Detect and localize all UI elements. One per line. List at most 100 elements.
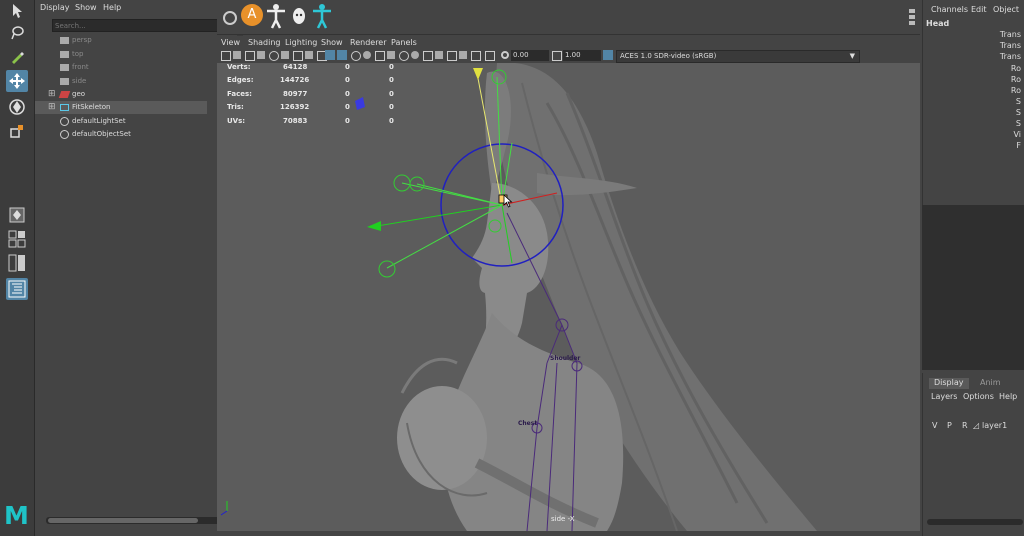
outliner-horizontal-scrollbar[interactable] bbox=[46, 517, 232, 524]
two-view-layout-icon[interactable] bbox=[6, 252, 28, 274]
layer-menu-options[interactable]: Options bbox=[963, 392, 994, 401]
attr-scale-y[interactable]: S bbox=[1016, 108, 1021, 117]
gamma-icon[interactable] bbox=[552, 51, 562, 61]
viewport-icon-bar: 0.00 1.00 ACES 1.0 SDR-video (sRGB) ▼ bbox=[217, 49, 920, 63]
face-icon[interactable] bbox=[291, 7, 307, 25]
attr-f[interactable]: F bbox=[1016, 141, 1021, 150]
channel-menu-object[interactable]: Object bbox=[993, 5, 1019, 14]
2d-pan-icon[interactable] bbox=[269, 51, 279, 61]
lasso-tool-icon[interactable] bbox=[6, 22, 28, 44]
biped-icon[interactable] bbox=[265, 3, 287, 29]
rotate-tool-icon[interactable] bbox=[6, 96, 28, 118]
layer-visible-toggle[interactable]: V bbox=[932, 421, 937, 430]
outliner-item-defaultlightset[interactable]: defaultLightSet bbox=[35, 115, 207, 128]
outliner-menu-display[interactable]: Display bbox=[40, 3, 70, 12]
layer-row[interactable]: V P R ◿ layer1 bbox=[925, 419, 1023, 431]
joint-label-shoulder: Shoulder bbox=[550, 355, 581, 362]
color-space-label: ACES 1.0 SDR-video (sRGB) bbox=[620, 52, 717, 60]
single-view-layout-icon[interactable] bbox=[6, 204, 28, 226]
attr-translate-z[interactable]: Trans bbox=[1000, 52, 1021, 61]
layer-render-toggle[interactable]: R bbox=[962, 421, 968, 430]
attr-rotate-z[interactable]: Ro bbox=[1011, 86, 1021, 95]
shadows-icon[interactable] bbox=[387, 51, 395, 59]
expand-icon[interactable]: ⊞ bbox=[48, 102, 56, 112]
layer-playback-toggle[interactable]: P bbox=[947, 421, 952, 430]
hud-tris-value: 126392 bbox=[280, 103, 310, 111]
attr-scale-z[interactable]: S bbox=[1016, 119, 1021, 128]
viewport-3d[interactable]: Verts: 64128 0 0 Edges: 144726 0 0 Faces… bbox=[217, 63, 920, 531]
expand-icon[interactable]: ⊞ bbox=[48, 89, 56, 99]
paint-select-tool-icon[interactable] bbox=[6, 46, 28, 68]
panel-menu-lighting[interactable]: Lighting bbox=[285, 38, 317, 47]
backface-icon[interactable] bbox=[485, 51, 495, 61]
outliner-item-defaultobjectset[interactable]: defaultObjectSet bbox=[35, 128, 207, 141]
color-space-dropdown[interactable]: ACES 1.0 SDR-video (sRGB) ▼ bbox=[616, 50, 860, 63]
motion-blur-icon[interactable] bbox=[411, 51, 419, 59]
wireframe-icon[interactable] bbox=[325, 50, 335, 60]
biped-cyan-icon[interactable] bbox=[311, 3, 333, 29]
outliner-item-persp[interactable]: persp bbox=[35, 34, 207, 47]
layer-menu-layers[interactable]: Layers bbox=[931, 392, 957, 401]
scrollbar-thumb[interactable] bbox=[48, 518, 198, 523]
move-tool-icon[interactable] bbox=[6, 70, 28, 92]
outliner-item-geo[interactable]: ⊞ geo bbox=[35, 88, 207, 101]
outliner-menu-show[interactable]: Show bbox=[75, 3, 97, 12]
panel-menu-shading[interactable]: Shading bbox=[248, 38, 281, 47]
layer-horizontal-scrollbar[interactable] bbox=[927, 519, 1023, 525]
gamma-field[interactable]: 1.00 bbox=[563, 50, 601, 61]
outliner-item-fitskeleton[interactable]: ⊞ FitSkeleton bbox=[35, 101, 207, 114]
image-plane-icon[interactable] bbox=[257, 51, 265, 59]
outliner-item-front[interactable]: front bbox=[35, 61, 207, 74]
attr-rotate-x[interactable]: Ro bbox=[1011, 64, 1021, 73]
hud-faces-value: 80977 bbox=[283, 90, 308, 98]
four-view-layout-icon[interactable] bbox=[6, 228, 28, 250]
anti-alias-icon[interactable] bbox=[423, 51, 433, 61]
outliner-menu-help[interactable]: Help bbox=[103, 3, 121, 12]
smooth-shade-icon[interactable] bbox=[337, 50, 347, 60]
tab-anim[interactable]: Anim bbox=[975, 378, 1006, 389]
shelf-settings-icon[interactable] bbox=[223, 11, 237, 25]
outliner-layout-icon[interactable] bbox=[6, 278, 28, 300]
attr-rotate-y[interactable]: Ro bbox=[1011, 75, 1021, 84]
outliner-search-input[interactable] bbox=[53, 20, 195, 31]
bookmark-icon[interactable] bbox=[245, 51, 255, 61]
panel-menu-show[interactable]: Show bbox=[321, 38, 343, 47]
exposure-field[interactable]: 0.00 bbox=[511, 50, 549, 61]
xray-joints-icon[interactable] bbox=[471, 51, 481, 61]
shelf-scroll-icon[interactable] bbox=[909, 8, 915, 26]
select-camera-icon[interactable] bbox=[221, 51, 231, 61]
panel-menu-renderer[interactable]: Renderer bbox=[350, 38, 387, 47]
textured-icon[interactable] bbox=[363, 51, 371, 59]
channel-menu-channels[interactable]: Channels bbox=[931, 5, 968, 14]
toolbox: M bbox=[0, 0, 35, 536]
outliner-item-top[interactable]: top bbox=[35, 48, 207, 61]
panel-menu-view[interactable]: View bbox=[221, 38, 240, 47]
outliner-item-label: defaultLightSet bbox=[72, 117, 126, 125]
advanced-skeleton-icon[interactable]: A bbox=[241, 4, 263, 26]
lights-icon[interactable] bbox=[375, 51, 385, 61]
ambient-occlusion-icon[interactable] bbox=[399, 51, 409, 61]
attr-translate-y[interactable]: Trans bbox=[1000, 41, 1021, 50]
attr-translate-x[interactable]: Trans bbox=[1000, 30, 1021, 39]
channel-menu-edit[interactable]: Edit bbox=[971, 5, 987, 14]
attr-scale-x[interactable]: S bbox=[1016, 97, 1021, 106]
layer-menu-help[interactable]: Help bbox=[999, 392, 1017, 401]
isolate-select-icon[interactable] bbox=[447, 51, 457, 61]
depth-of-field-icon[interactable] bbox=[435, 51, 443, 59]
exposure-icon[interactable] bbox=[501, 51, 509, 59]
layer-name[interactable]: layer1 bbox=[982, 421, 1007, 430]
camera-attr-icon[interactable] bbox=[233, 51, 241, 59]
default-material-icon[interactable] bbox=[351, 51, 361, 61]
scale-tool-icon[interactable] bbox=[6, 120, 28, 142]
grid-icon[interactable] bbox=[293, 51, 303, 61]
select-tool-icon[interactable] bbox=[6, 0, 28, 22]
tab-display[interactable]: Display bbox=[929, 378, 969, 389]
outliner-item-side[interactable]: side bbox=[35, 75, 207, 88]
attr-visibility[interactable]: Vi bbox=[1013, 130, 1021, 139]
film-gate-icon[interactable] bbox=[305, 51, 313, 59]
xray-icon[interactable] bbox=[459, 51, 467, 59]
color-management-icon[interactable] bbox=[603, 50, 613, 60]
grease-pencil-icon[interactable] bbox=[281, 51, 289, 59]
panel-menu-panels[interactable]: Panels bbox=[391, 38, 417, 47]
outliner-item-label: side bbox=[72, 77, 87, 85]
